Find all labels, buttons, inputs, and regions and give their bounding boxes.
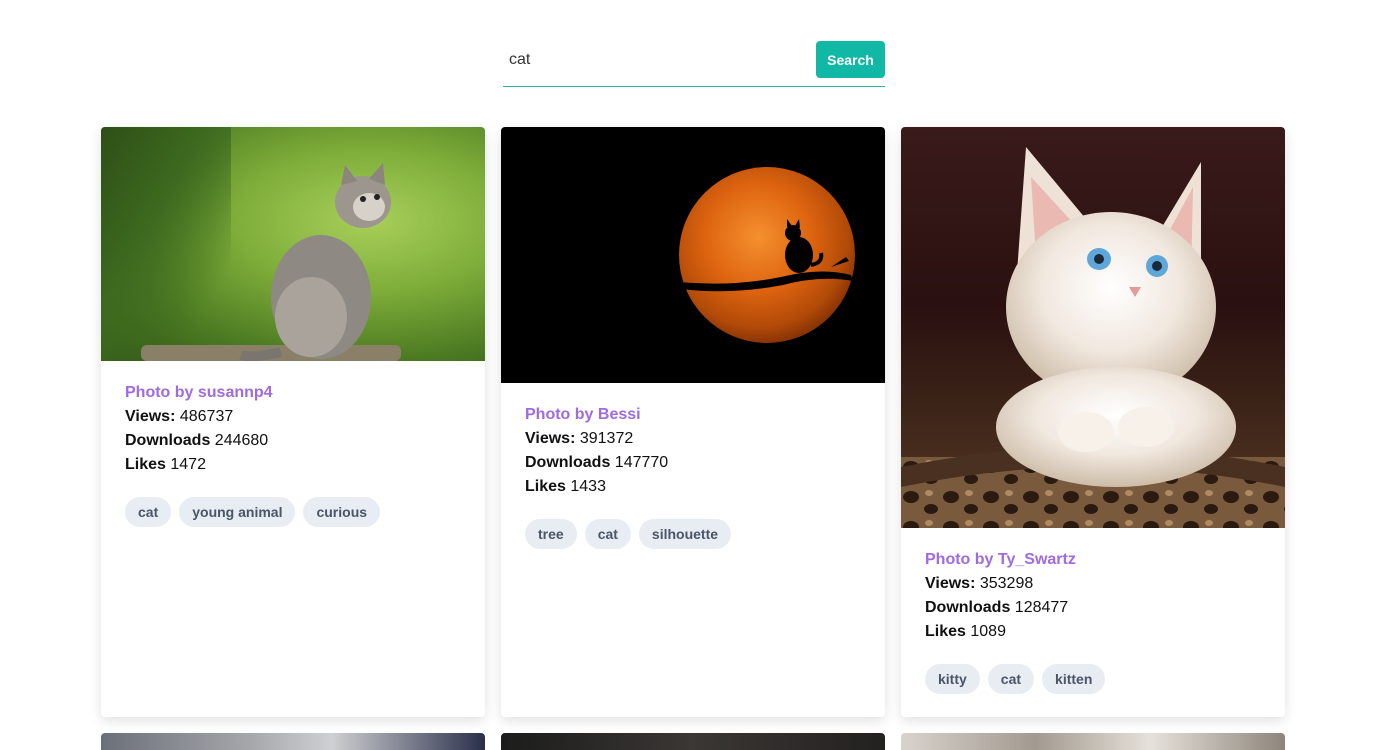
views-value: 486737 <box>179 408 234 425</box>
search-button[interactable]: Search <box>816 41 885 78</box>
photo-card[interactable]: Photo by Bessi Views: 391372 Downloads 1… <box>501 127 885 717</box>
downloads-label: Downloads <box>525 454 611 471</box>
photo-card-partial[interactable] <box>101 733 485 750</box>
likes-label: Likes <box>525 478 566 495</box>
likes-label: Likes <box>925 623 966 640</box>
tag[interactable]: cat <box>584 519 631 549</box>
downloads-stat: Downloads 128477 <box>925 596 1261 620</box>
photo-author[interactable]: Photo by Ty_Swartz <box>925 548 1261 572</box>
tag[interactable]: cat <box>125 497 172 527</box>
photo-image[interactable] <box>101 127 485 361</box>
photo-info: Photo by Ty_Swartz Views: 353298 Downloa… <box>901 528 1285 644</box>
photo-author[interactable]: Photo by susannp4 <box>125 381 461 405</box>
photo-card-partial[interactable] <box>901 733 1285 750</box>
tag-list: tree cat silhouette <box>501 499 885 549</box>
downloads-value: 244680 <box>214 432 269 449</box>
views-label: Views: <box>925 575 976 592</box>
likes-value: 1433 <box>570 478 606 495</box>
tag[interactable]: silhouette <box>638 519 732 549</box>
likes-value: 1472 <box>170 456 206 473</box>
white-kitten-image <box>901 147 1285 528</box>
tag[interactable]: curious <box>303 497 381 527</box>
kitten-image <box>239 163 391 361</box>
downloads-value: 147770 <box>614 454 669 471</box>
photo-card-partial[interactable] <box>501 733 885 750</box>
views-stat: Views: 391372 <box>525 427 861 451</box>
tag[interactable]: kitten <box>1042 664 1106 694</box>
photo-author[interactable]: Photo by Bessi <box>525 403 861 427</box>
photo-image[interactable] <box>501 127 885 383</box>
likes-stat: Likes 1433 <box>525 475 861 499</box>
downloads-value: 128477 <box>1014 599 1069 616</box>
photo-card[interactable]: Photo by Ty_Swartz Views: 353298 Downloa… <box>901 127 1285 717</box>
views-value: 391372 <box>579 430 634 447</box>
likes-stat: Likes 1472 <box>125 453 461 477</box>
photo-image[interactable] <box>901 127 1285 528</box>
photo-card[interactable]: Photo by susannp4 Views: 486737 Download… <box>101 127 485 717</box>
views-stat: Views: 353298 <box>925 572 1261 596</box>
tag[interactable]: kitty <box>925 664 980 694</box>
views-label: Views: <box>525 430 576 447</box>
downloads-stat: Downloads 244680 <box>125 429 461 453</box>
photo-info: Photo by Bessi Views: 391372 Downloads 1… <box>501 383 885 499</box>
tag-list: kitty cat kitten <box>901 644 1285 694</box>
views-value: 353298 <box>979 575 1034 592</box>
views-stat: Views: 486737 <box>125 405 461 429</box>
tag[interactable]: tree <box>525 519 577 549</box>
search-bar: Search <box>503 41 885 87</box>
tag-list: cat young animal curious <box>101 477 485 527</box>
moon-silhouette-image <box>679 167 855 343</box>
photo-info: Photo by susannp4 Views: 486737 Download… <box>101 361 485 477</box>
downloads-stat: Downloads 147770 <box>525 451 861 475</box>
tag[interactable]: young animal <box>179 497 296 527</box>
likes-label: Likes <box>125 456 166 473</box>
likes-value: 1089 <box>970 623 1006 640</box>
likes-stat: Likes 1089 <box>925 620 1261 644</box>
views-label: Views: <box>125 408 176 425</box>
downloads-label: Downloads <box>125 432 211 449</box>
search-input[interactable] <box>503 41 808 79</box>
downloads-label: Downloads <box>925 599 1011 616</box>
tag[interactable]: cat <box>987 664 1035 694</box>
